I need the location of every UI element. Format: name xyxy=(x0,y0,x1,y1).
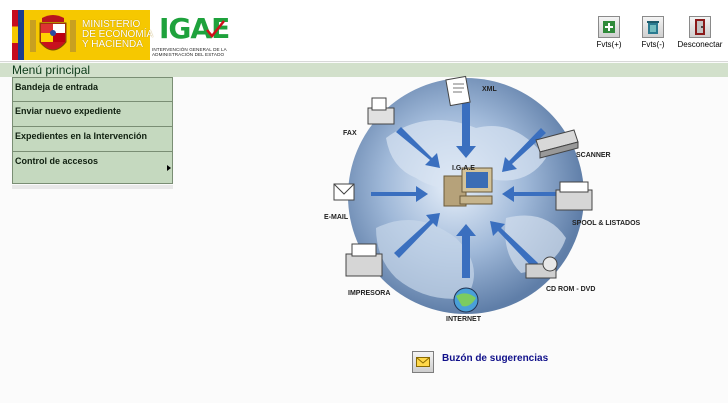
remove-favorite-button[interactable] xyxy=(642,16,664,38)
check-mark-icon xyxy=(206,20,225,38)
node-label-cdrom: CD ROM - DVD xyxy=(546,286,596,293)
ministry-name: MINISTERIO DE ECONOMÍA Y HACIENDA xyxy=(82,20,153,50)
menu-item-expedientes[interactable]: Expedientes en la Intervención xyxy=(12,127,173,152)
fax-icon xyxy=(367,97,395,125)
add-favorite-icon xyxy=(603,21,615,33)
add-favorite-label[interactable]: Fvts(+) xyxy=(592,40,626,49)
menu-item-enviar[interactable]: Enviar nuevo expediente xyxy=(12,102,173,127)
menu-item-label: Expedientes en la Intervención xyxy=(15,131,148,141)
suggestions-link[interactable]: Buzón de sugerencias xyxy=(442,353,548,364)
add-favorite-tool: Fvts(+) xyxy=(592,16,626,49)
node-label-center: I.G.A.E xyxy=(452,165,475,172)
menu-shadow xyxy=(12,185,173,189)
menu-item-label: Bandeja de entrada xyxy=(15,82,99,92)
xml-document-icon xyxy=(445,75,471,107)
internet-globe-icon xyxy=(453,287,479,313)
trash-icon xyxy=(647,21,659,34)
menu-item-control-accesos[interactable]: Control de accesos xyxy=(12,152,173,184)
remove-favorite-label[interactable]: Fvts(-) xyxy=(636,40,670,49)
eu-flag-icon xyxy=(18,10,24,60)
node-label-xml: XML xyxy=(482,86,497,93)
envelope-icon xyxy=(416,357,430,367)
ministry-logo: MINISTERIO DE ECONOMÍA Y HACIENDA xyxy=(12,10,153,60)
menu-item-label: Enviar nuevo expediente xyxy=(15,106,122,116)
node-label-internet: INTERNET xyxy=(446,316,481,323)
exit-door-icon xyxy=(695,19,705,35)
node-label-fax: FAX xyxy=(343,130,357,137)
disconnect-tool: Desconectar xyxy=(674,16,726,49)
remove-favorite-tool: Fvts(-) xyxy=(636,16,670,49)
node-label-scanner: SCANNER xyxy=(576,152,611,159)
add-favorite-button[interactable] xyxy=(598,16,620,38)
ministry-line-3: Y HACIENDA xyxy=(82,39,143,50)
menu-title: Menú principal xyxy=(12,63,91,77)
node-label-spool: SPOOL & LISTADOS xyxy=(572,220,641,227)
menu-item-label: Control de accesos xyxy=(15,156,99,166)
igae-subtitle-line-2: ADMINISTRACIÓN DEL ESTADO xyxy=(152,52,225,57)
menu-item-bandeja[interactable]: Bandeja de entrada xyxy=(12,77,173,102)
igae-subtitle: INTERVENCIÓN GENERAL DE LA ADMINISTRACIÓ… xyxy=(152,47,227,57)
submenu-arrow-icon xyxy=(167,165,171,171)
node-label-impresora: IMPRESORA xyxy=(348,290,391,297)
disconnect-label[interactable]: Desconectar xyxy=(674,40,726,49)
node-label-email: E-MAIL xyxy=(324,214,349,221)
email-icon xyxy=(333,183,355,201)
disconnect-button[interactable] xyxy=(689,16,711,38)
page: MINISTERIO DE ECONOMÍA Y HACIENDA IGAE I… xyxy=(0,0,728,403)
side-menu: Bandeja de entrada Enviar nuevo expedien… xyxy=(12,77,173,184)
workflow-diagram: XML FAX I.G.A.E SCANNER E-MAIL SPOOL & L… xyxy=(316,68,656,338)
header: MINISTERIO DE ECONOMÍA Y HACIENDA IGAE I… xyxy=(0,0,728,62)
coat-of-arms-icon xyxy=(30,15,76,52)
spool-printer-icon xyxy=(555,181,593,211)
globe-illustration xyxy=(333,75,593,314)
suggestions-button[interactable] xyxy=(412,351,434,373)
